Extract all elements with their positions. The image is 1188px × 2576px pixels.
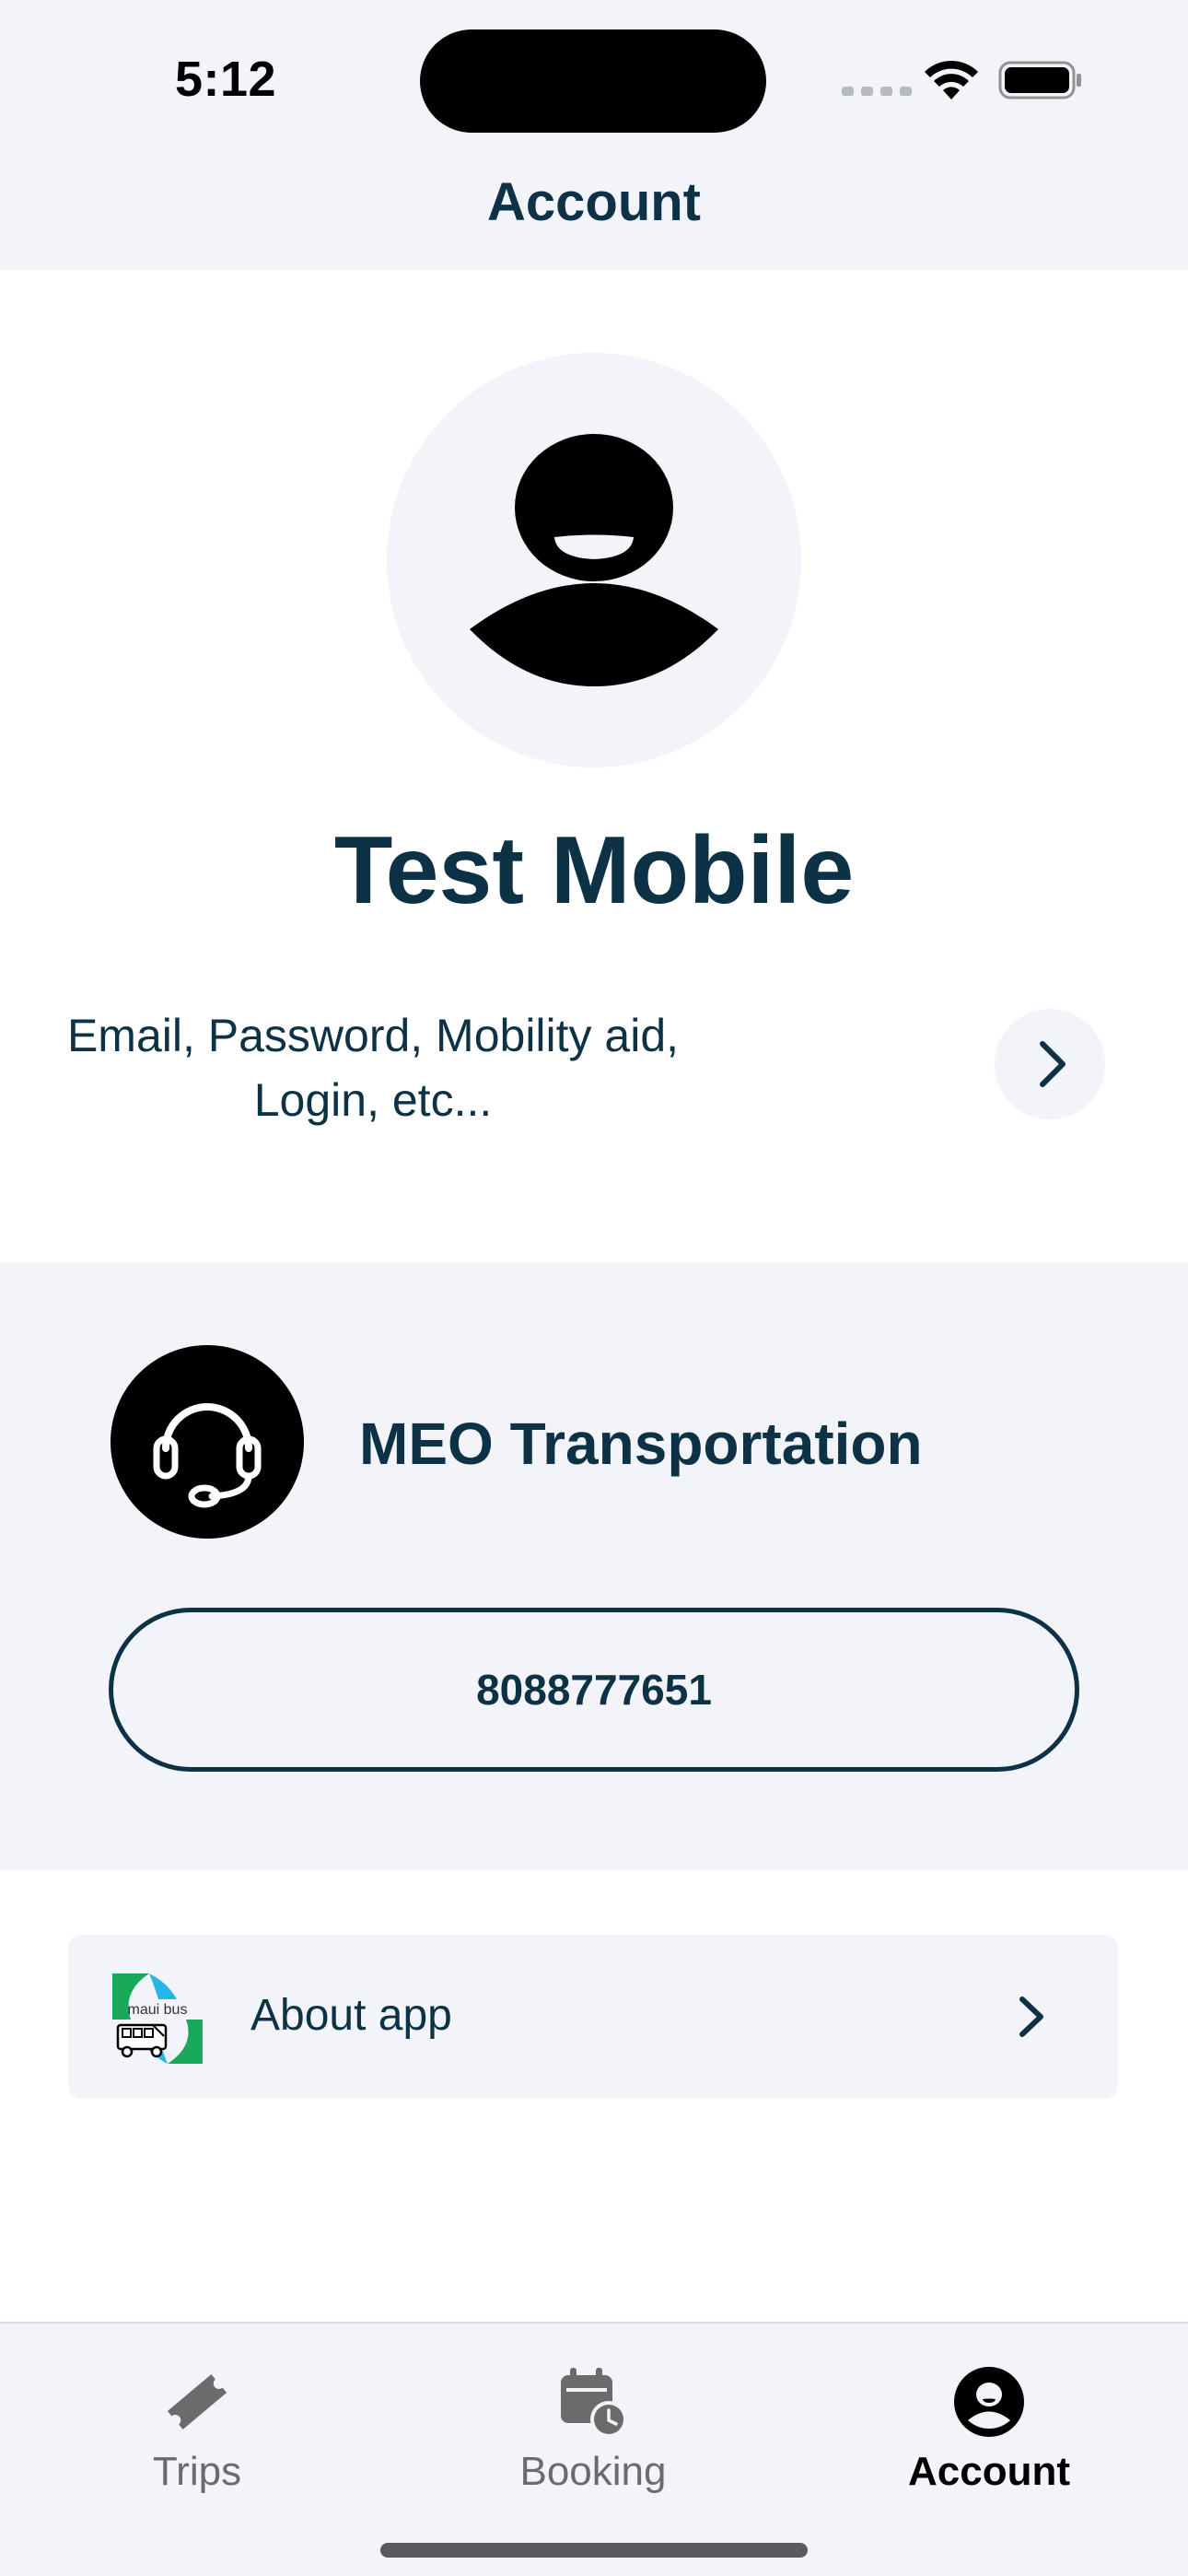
tab-booking-label: Booking [519, 2449, 667, 2494]
tab-trips[interactable]: Trips [59, 2342, 335, 2494]
wifi-icon [925, 60, 978, 100]
account-settings-description[interactable]: Email, Password, Mobility aid, Login, et… [64, 1003, 681, 1132]
status-bar: 5:12 [0, 0, 1188, 166]
tab-account[interactable]: Account [851, 2342, 1127, 2494]
support-provider-name: MEO Transportation [359, 1411, 923, 1477]
home-indicator[interactable] [380, 2543, 808, 2558]
calendar-clock-icon [561, 2368, 627, 2438]
about-app-label: About app [250, 1991, 452, 2040]
about-section: maui bus About app [0, 1870, 1188, 2322]
logo-text: maui bus [128, 2002, 188, 2018]
person-circle-icon [954, 2367, 1024, 2437]
dynamic-island [420, 29, 766, 133]
page-title: Account [487, 172, 701, 232]
tab-trips-label: Trips [152, 2449, 242, 2494]
person-icon [470, 434, 718, 686]
battery-icon [998, 61, 1081, 100]
profile-section: Test Mobile Email, Password, Mobility ai… [0, 270, 1188, 1262]
ticket-icon [167, 2374, 227, 2430]
support-section: MEO Transportation 8088777651 [0, 1262, 1188, 1870]
maui-bus-logo-icon: maui bus [112, 1973, 203, 2064]
call-phone-button[interactable]: 8088777651 [109, 1608, 1079, 1772]
status-time: 5:12 [175, 52, 277, 107]
tab-bar: Trips Booking Account [0, 2322, 1188, 2576]
chevron-right-icon [1019, 1996, 1043, 2037]
tab-account-label: Account [908, 2449, 1070, 2494]
cellular-signal-icon [842, 87, 912, 96]
chevron-right-icon [1040, 1041, 1066, 1087]
about-app-row[interactable]: maui bus About app [68, 1935, 1118, 2099]
avatar [387, 353, 801, 767]
user-name: Test Mobile [333, 817, 855, 924]
headset-icon [153, 1403, 262, 1508]
tab-booking[interactable]: Booking [455, 2342, 731, 2494]
support-avatar [111, 1345, 304, 1539]
account-settings-button[interactable] [995, 1009, 1105, 1119]
